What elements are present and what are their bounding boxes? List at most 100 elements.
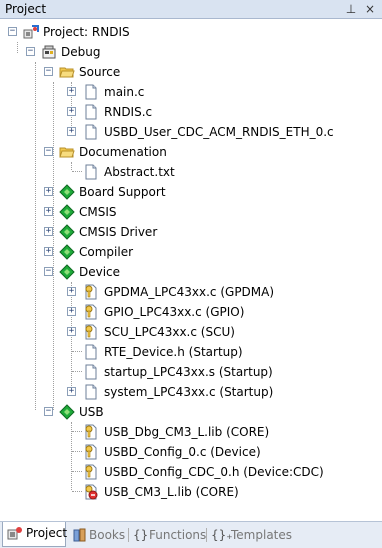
tab-templates[interactable]: {}₊ Templates [208,524,293,546]
tab-label: Project [26,526,68,540]
project-icon [23,25,39,39]
tab-label: Templates [231,528,293,542]
tab-separator [206,528,207,542]
file-icon [85,344,97,360]
tree-item-component-usb[interactable]: − USB [0,402,382,422]
config-file-key-icon [85,444,97,460]
collapse-toggle[interactable]: − [44,407,53,416]
tree-item-component-cmsis-driver[interactable]: + CMSIS Driver [0,222,382,242]
tree-item-file-gpdma[interactable]: + GPDMA_LPC43xx.c (GPDMA) [0,282,382,302]
file-icon [85,84,97,100]
tab-project[interactable]: Project [2,522,68,547]
tab-label: Books [89,528,126,542]
tree-item-file-usbd-config-cdc[interactable]: USBD_Config_CDC_0.h (Device:CDC) [0,462,382,482]
group-label: Documenation [79,145,167,159]
file-label: SCU_LPC43xx.c (SCU) [104,325,235,339]
file-label: USBD_Config_0.c (Device) [104,445,261,459]
group-label: Board Support [79,185,166,199]
expand-toggle[interactable]: + [44,247,53,256]
file-label: Abstract.txt [104,165,175,179]
file-label: USBD_Config_CDC_0.h (Device:CDC) [104,465,324,479]
file-icon [85,124,97,140]
config-file-key-icon [85,464,97,480]
tree-item-component-compiler[interactable]: + Compiler [0,242,382,262]
group-label: CMSIS [79,205,117,219]
file-icon [85,164,97,180]
tree-item-component-board-support[interactable]: + Board Support [0,182,382,202]
group-label: Source [79,65,121,79]
tree-item-file-usbd-user[interactable]: + USBD_User_CDC_ACM_RNDIS_ETH_0.c [0,122,382,142]
config-file-key-icon [85,304,97,320]
file-label: startup_LPC43xx.s (Startup) [104,365,273,379]
group-label: USB [79,405,104,419]
expand-toggle[interactable]: + [67,387,76,396]
expand-toggle[interactable]: + [67,87,76,96]
tree-item-file-startup[interactable]: startup_LPC43xx.s (Startup) [0,362,382,382]
tree-item-file-abstract[interactable]: Abstract.txt [0,162,382,182]
tab-books[interactable]: Books [68,524,126,546]
file-icon [85,384,97,400]
expand-toggle[interactable]: + [67,107,76,116]
expand-toggle[interactable]: + [44,207,53,216]
panel-tab-bar: Project Books {} Functions {}₊ Templates [0,521,382,548]
file-label: system_LPC43xx.c (Startup) [104,385,274,399]
tree-item-file-usb-dbg[interactable]: USB_Dbg_CM3_L.lib (CORE) [0,422,382,442]
project-tree: − Project: RNDIS − Debug − Source + main… [0,19,382,521]
file-label: RNDIS.c [104,105,153,119]
braces-icon: {} [133,528,149,542]
config-file-key-icon [85,324,97,340]
expand-toggle[interactable]: + [44,227,53,236]
expand-toggle[interactable]: + [67,287,76,296]
tree-item-file-main[interactable]: + main.c [0,82,382,102]
tab-label: Functions [149,528,207,542]
file-label: USB_Dbg_CM3_L.lib (CORE) [104,425,270,439]
tree-item-file-usbd-config[interactable]: USBD_Config_0.c (Device) [0,442,382,462]
tree-item-file-rndis[interactable]: + RNDIS.c [0,102,382,122]
collapse-toggle[interactable]: − [8,27,17,36]
file-label: RTE_Device.h (Startup) [104,345,243,359]
tree-item-component-cmsis[interactable]: + CMSIS [0,202,382,222]
collapse-toggle[interactable]: − [44,267,53,276]
file-icon [85,364,97,380]
panel-title: Project [5,2,47,16]
books-icon [73,528,86,542]
tree-item-group-documentation[interactable]: − Documenation [0,142,382,162]
component-diamond-icon [59,224,75,240]
tree-item-component-device[interactable]: − Device [0,262,382,282]
component-diamond-icon [59,264,75,280]
collapse-toggle[interactable]: − [44,67,53,76]
component-diamond-icon [59,244,75,260]
tree-item-file-gpio[interactable]: + GPIO_LPC43xx.c (GPIO) [0,302,382,322]
expand-toggle[interactable]: + [67,327,76,336]
template-braces-icon: {}₊ [211,528,233,542]
target-label: Debug [61,45,101,59]
component-diamond-icon [59,184,75,200]
expand-toggle[interactable]: + [67,127,76,136]
group-label: Device [79,265,121,279]
project-icon [7,527,22,540]
expand-toggle[interactable]: + [44,187,53,196]
tab-functions[interactable]: {} Functions [130,524,206,546]
tree-item-file-usb-cm3[interactable]: USB_CM3_L.lib (CORE) [0,482,382,502]
panel-titlebar: Project ⊥ × [0,0,382,19]
expand-toggle[interactable]: + [67,307,76,316]
tree-item-target-debug[interactable]: − Debug [0,42,382,62]
file-label: USB_CM3_L.lib (CORE) [104,485,239,499]
tree-item-group-source[interactable]: − Source [0,62,382,82]
close-icon[interactable]: × [362,1,378,17]
file-label: main.c [104,85,145,99]
tree-item-file-scu[interactable]: + SCU_LPC43xx.c (SCU) [0,322,382,342]
pin-icon[interactable]: ⊥ [343,1,359,17]
tree-item-project[interactable]: − Project: RNDIS [0,22,382,42]
library-file-icon [85,484,98,500]
file-label: GPDMA_LPC43xx.c (GPDMA) [104,285,275,299]
collapse-toggle[interactable]: − [26,47,35,56]
file-icon [85,104,97,120]
collapse-toggle[interactable]: − [44,147,53,156]
tree-item-file-rte-device[interactable]: RTE_Device.h (Startup) [0,342,382,362]
folder-open-icon [59,67,75,78]
folder-open-icon [59,147,75,158]
tree-item-file-system[interactable]: + system_LPC43xx.c (Startup) [0,382,382,402]
group-label: CMSIS Driver [79,225,158,239]
tab-separator [128,528,129,542]
